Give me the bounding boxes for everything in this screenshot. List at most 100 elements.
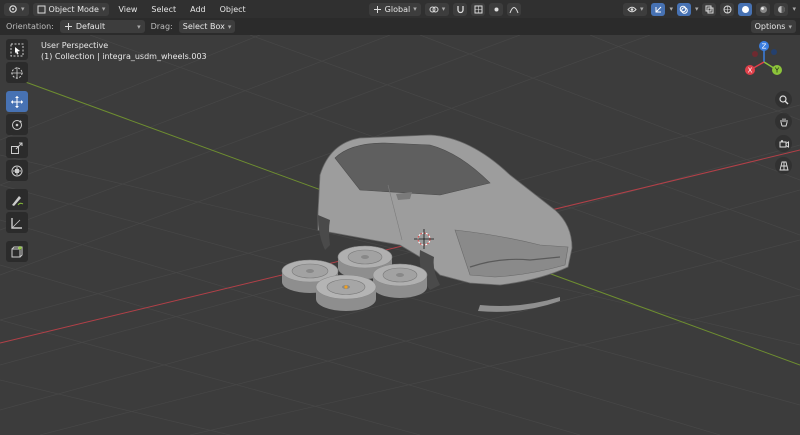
chevron-down-icon: ▾	[788, 22, 792, 31]
axes-icon	[64, 23, 72, 30]
shading-solid[interactable]	[738, 2, 753, 16]
orientation-field-label: Orientation:	[6, 22, 54, 31]
camera-icon	[779, 139, 789, 148]
transform-orientation-select[interactable]: Global ▾	[368, 2, 421, 16]
tool-settings-header: Orientation: Default ▾ Drag: Select Box …	[0, 18, 800, 35]
zoom-button[interactable]	[775, 91, 792, 108]
snap-icon	[474, 5, 483, 13]
mode-label: Object Mode	[48, 4, 99, 14]
scale-icon	[11, 142, 23, 154]
view3d-icon	[9, 5, 17, 13]
3d-viewport[interactable]: User Perspective (1) Collection | integr…	[0, 35, 800, 435]
gizmo-neg-x	[752, 51, 758, 57]
menu-object[interactable]: Object	[215, 3, 251, 16]
camera-view-button[interactable]	[775, 135, 792, 152]
chevron-down-icon: ▾	[21, 5, 25, 13]
shading-wireframe-icon	[723, 5, 732, 13]
orientation-label: Global	[384, 4, 411, 14]
shading-dropdown[interactable]: ▾	[792, 5, 796, 13]
shading-wireframe[interactable]	[720, 2, 735, 16]
proportional-edit-toggle[interactable]	[489, 2, 504, 16]
menu-select[interactable]: Select	[146, 3, 181, 16]
xray-icon	[705, 5, 714, 13]
tool-move[interactable]	[6, 91, 28, 112]
overlay-toggle[interactable]	[676, 2, 691, 16]
proportional-edit-icon	[494, 7, 499, 11]
pan-hand-icon	[780, 118, 787, 126]
orientation-select[interactable]: Default ▾	[59, 20, 145, 33]
tool-scale[interactable]	[6, 137, 28, 158]
tool-shelf	[6, 39, 28, 262]
options-label: Options	[754, 22, 786, 31]
view-name: User Perspective	[41, 41, 109, 50]
falloff-icon	[509, 6, 519, 13]
shading-rendered[interactable]	[774, 2, 789, 16]
pan-button[interactable]	[775, 113, 792, 130]
viewport-header: ▾ Object Mode ▾ View Select Add Object G…	[0, 0, 800, 18]
object-mode-icon	[37, 5, 46, 13]
perspective-toggle-button[interactable]	[775, 157, 792, 174]
rotate-icon	[12, 119, 22, 130]
mode-select[interactable]: Object Mode ▾	[32, 2, 110, 16]
overlay-icon	[680, 5, 689, 14]
snap-settings[interactable]	[471, 2, 486, 16]
snap-toggle[interactable]	[453, 2, 468, 16]
pivot-point-select[interactable]: ▾	[424, 2, 450, 16]
falloff-select[interactable]	[507, 2, 522, 16]
chevron-down-icon: ▾	[413, 5, 417, 13]
drag-value: Select Box	[182, 22, 225, 31]
wheel-front-left	[315, 274, 377, 311]
gizmo-dropdown[interactable]: ▾	[669, 5, 673, 13]
gizmo-icon	[655, 6, 662, 12]
orientation-value: Default	[75, 22, 106, 31]
tool-cursor[interactable]	[6, 62, 28, 83]
tool-select-box[interactable]	[6, 39, 28, 60]
shading-solid-icon	[741, 5, 749, 13]
annotate-icon	[12, 195, 24, 206]
measure-icon	[11, 217, 22, 229]
tool-add-cube[interactable]	[6, 241, 28, 262]
shading-material-icon	[759, 5, 767, 13]
gizmo-neg-y	[771, 49, 777, 55]
transform-icon	[11, 165, 23, 176]
gizmo-z-label: Z	[762, 43, 767, 51]
zoom-icon	[778, 94, 788, 104]
wheels	[281, 245, 428, 311]
shading-rendered-icon	[777, 5, 785, 13]
orientation-axes-icon	[373, 5, 381, 13]
drag-field-label: Drag:	[150, 22, 173, 31]
xray-toggle[interactable]	[702, 2, 717, 16]
menu-view[interactable]: View	[113, 3, 142, 16]
overlay-dropdown[interactable]: ▾	[695, 5, 699, 13]
navigation-gizmo[interactable]: Z Y X	[740, 38, 788, 86]
move-icon	[11, 95, 23, 108]
chevron-down-icon: ▾	[227, 22, 232, 31]
gizmo-toggle[interactable]	[651, 2, 666, 16]
tool-measure[interactable]	[6, 212, 28, 233]
gizmo-y-label: Y	[774, 67, 780, 75]
visibility-select[interactable]: ▾	[622, 2, 648, 16]
drag-select[interactable]: Select Box ▾	[178, 20, 236, 33]
wheel-front-right	[372, 263, 428, 298]
gizmo-x-label: X	[748, 67, 753, 75]
tool-annotate[interactable]	[6, 189, 28, 210]
add-cube-icon	[11, 245, 23, 257]
viewport-info: User Perspective (1) Collection | integr…	[41, 40, 207, 62]
scene-canvas[interactable]	[0, 35, 800, 435]
tool-transform[interactable]	[6, 160, 28, 181]
shading-material[interactable]	[756, 2, 771, 16]
chevron-down-icon: ▾	[137, 22, 141, 31]
options-button[interactable]: Options ▾	[750, 20, 796, 33]
magnet-icon	[457, 5, 464, 13]
pivot-icon	[429, 6, 439, 12]
tool-rotate[interactable]	[6, 114, 28, 135]
navigation-buttons	[775, 91, 792, 174]
cursor-icon	[11, 66, 23, 79]
editor-type-button[interactable]: ▾	[4, 2, 29, 16]
select-box-icon	[10, 43, 24, 56]
chevron-down-icon: ▾	[101, 5, 106, 13]
collection-info: (1) Collection | integra_usdm_wheels.003	[41, 52, 207, 61]
grid-perspective-icon	[778, 161, 789, 170]
menu-add[interactable]: Add	[185, 3, 211, 16]
chevron-down-icon: ▾	[441, 5, 446, 13]
